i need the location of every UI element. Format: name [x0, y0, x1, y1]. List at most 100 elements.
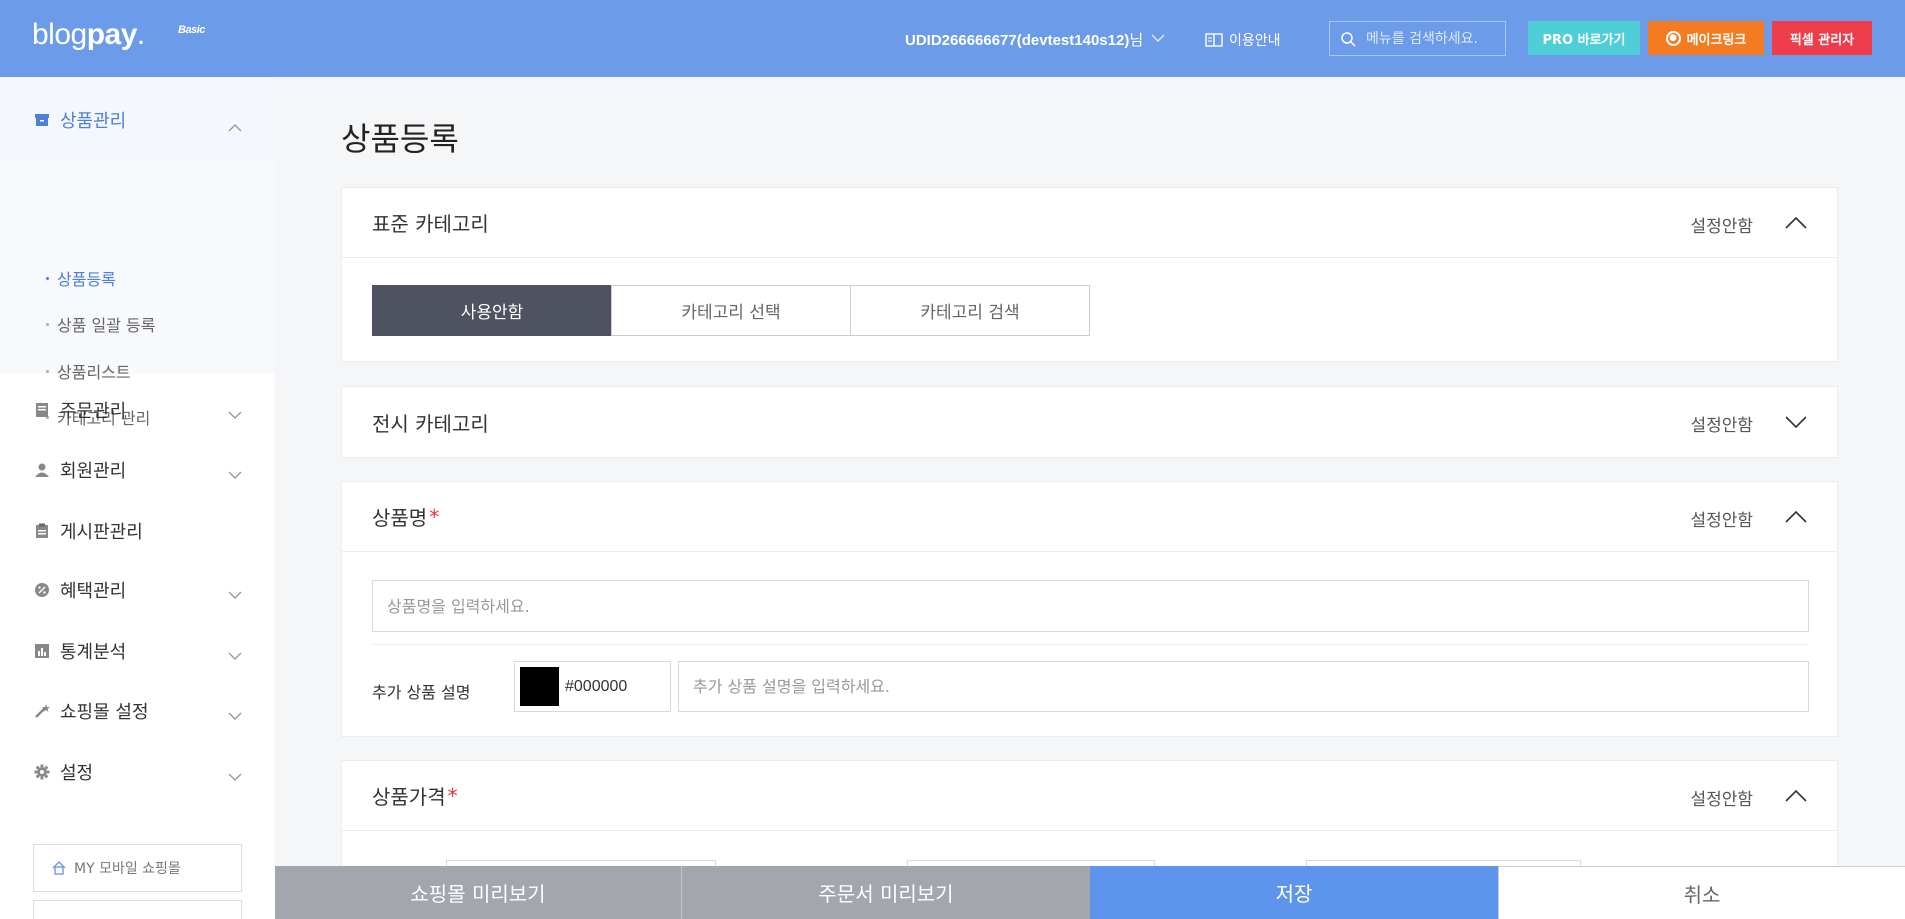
sidebar-item-label: 혜택관리 [60, 581, 127, 602]
sidebar-item-label: 회원관리 [60, 461, 127, 482]
makelink-button[interactable]: ● 메이크링크 [1648, 21, 1764, 55]
menu-search [1329, 21, 1506, 56]
chevron-down-icon[interactable] [228, 470, 242, 480]
sidebar-item-products[interactable]: 상품관리 [34, 107, 126, 133]
user-suffix: 님 [1129, 32, 1144, 49]
sidebar-item-label: 주문관리 [60, 401, 127, 422]
plan-badge: Basic [178, 24, 205, 36]
guide-link[interactable]: 이용안내 [1205, 30, 1281, 50]
shop-preview-button[interactable]: 쇼핑몰 미리보기 [275, 866, 682, 919]
sidebar-extra-box [33, 900, 242, 919]
chevron-up-icon[interactable] [228, 123, 242, 133]
product-name-input[interactable] [372, 580, 1809, 632]
chevron-up-icon[interactable] [1785, 216, 1807, 230]
order-preview-button[interactable]: 주문서 미리보기 [682, 866, 1090, 919]
product-price-header[interactable]: 상품가격 * 설정안함 [342, 761, 1837, 831]
sidebar-item-members[interactable]: 회원관리 [34, 457, 126, 483]
chevron-up-icon[interactable] [1785, 510, 1807, 524]
submenu-label: 상품리스트 [57, 363, 131, 382]
required-mark: * [429, 504, 440, 529]
sidebar-item-boards[interactable]: 게시판관리 [34, 518, 143, 544]
sidebar-item-label: 통계분석 [60, 642, 127, 663]
logo[interactable]: blogpay. Basic [32, 18, 205, 52]
sidebar-item-benefits[interactable]: 혜택관리 [34, 577, 126, 603]
standard-category-header[interactable]: 표준 카테고리 설정안함 [342, 188, 1837, 258]
book-icon [1205, 33, 1223, 47]
card-title: 표준 카테고리 [372, 212, 489, 236]
chevron-down-icon[interactable] [228, 651, 242, 661]
option-category-select[interactable]: 카테고리 선택 [611, 285, 851, 336]
makelink-label: 메이크링크 [1686, 32, 1747, 48]
chevron-down-icon[interactable] [228, 711, 242, 721]
document-icon [36, 403, 48, 417]
option-not-used[interactable]: 사용안함 [372, 285, 612, 336]
my-shop-label: MY 모바일 쇼핑몰 [74, 861, 181, 877]
sidebar-item-orders[interactable]: 주문관리 [34, 397, 126, 423]
option-category-search[interactable]: 카테고리 검색 [850, 285, 1090, 336]
submenu-item-product-list[interactable]: 상품리스트 [46, 359, 131, 383]
chevron-down-icon[interactable] [228, 772, 242, 782]
page-title: 상품등록 [341, 120, 459, 158]
card-title: 전시 카테고리 [372, 411, 489, 436]
submenu-label: 상품 일괄 등록 [57, 316, 156, 335]
cancel-button[interactable]: 취소 [1498, 866, 1905, 919]
logo-text: blog [32, 18, 87, 51]
logo-text-bold: pay [86, 18, 138, 51]
standard-category-card: 표준 카테고리 설정안함 사용안함 카테고리 선택 카테고리 검색 [341, 187, 1838, 362]
chevron-up-icon[interactable] [1785, 789, 1807, 803]
pro-label: PRO 바로가기 [1542, 32, 1626, 48]
pixel-admin-button[interactable]: 픽셀 관리자 [1772, 21, 1872, 55]
pixel-admin-label: 픽셀 관리자 [1789, 32, 1855, 48]
sidebar-item-shop-settings[interactable]: 쇼핑몰 설정 [34, 698, 149, 724]
chevron-down-icon[interactable] [228, 410, 242, 420]
clipboard-icon [36, 523, 48, 538]
bottom-action-bar: 쇼핑몰 미리보기 주문서 미리보기 저장 취소 [275, 866, 1905, 919]
display-category-card: 전시 카테고리 설정안함 [341, 386, 1838, 458]
save-button[interactable]: 저장 [1090, 866, 1498, 919]
category-mode-selector: 사용안함 카테고리 선택 카테고리 검색 [372, 285, 1090, 336]
gear-icon [34, 764, 50, 780]
extra-description-label: 추가 상품 설명 [372, 683, 471, 702]
sidebar-item-label: 쇼핑몰 설정 [60, 702, 149, 723]
card-status: 설정안함 [1690, 790, 1753, 810]
sidebar-item-label: 상품관리 [60, 111, 127, 132]
product-name-header[interactable]: 상품명 * 설정안함 [342, 482, 1837, 552]
sidebar-item-settings[interactable]: 설정 [34, 759, 93, 785]
chevron-down-icon[interactable] [228, 590, 242, 600]
color-hex-value: #000000 [565, 677, 628, 695]
submenu-item-bulk-register[interactable]: 상품 일괄 등록 [46, 312, 156, 336]
submenu-item-product-register[interactable]: 상품등록 [46, 266, 116, 290]
sidebar-item-label: 설정 [60, 763, 94, 784]
text-color-picker[interactable]: #000000 [514, 661, 671, 712]
guide-label: 이용안내 [1229, 33, 1281, 49]
card-title: 상품명 [372, 506, 428, 530]
chevron-down-icon[interactable] [1150, 31, 1166, 45]
extra-description-input[interactable] [678, 661, 1809, 712]
product-name-card: 상품명* 설정안함 추가 상품 설명 #000000 [341, 481, 1838, 737]
card-status: 설정안함 [1690, 416, 1753, 436]
top-header: blogpay. Basic UDID266666677(devtest140s… [0, 0, 1905, 77]
percent-icon [35, 583, 49, 597]
pro-shortcut-button[interactable]: PRO 바로가기 [1528, 21, 1640, 55]
card-status: 설정안함 [1690, 217, 1753, 237]
card-status: 설정안함 [1690, 511, 1753, 531]
chevron-down-icon[interactable] [1785, 415, 1807, 429]
color-swatch[interactable] [520, 667, 559, 706]
wand-icon [35, 704, 50, 718]
sidebar-item-label: 게시판관리 [60, 522, 143, 543]
divider [372, 644, 1809, 645]
display-category-header[interactable]: 전시 카테고리 설정안함 [342, 387, 1837, 457]
sidebar-item-statistics[interactable]: 통계분석 [34, 638, 126, 664]
search-icon [1341, 31, 1356, 47]
search-input[interactable] [1366, 30, 1496, 47]
user-account[interactable]: UDID266666677(devtest140s12)님 [905, 29, 1143, 50]
required-mark: * [447, 783, 458, 808]
home-icon [52, 861, 66, 875]
my-mobile-shop-button[interactable]: MY 모바일 쇼핑몰 [33, 844, 242, 892]
bar-chart-icon [35, 644, 49, 658]
sidebar: 상품관리 상품등록 상품 일괄 등록 상품리스트 카테고리 관리 주문관리 회원… [0, 77, 275, 919]
products-submenu: 상품등록 상품 일괄 등록 상품리스트 카테고리 관리 [0, 159, 275, 428]
box-icon [35, 114, 49, 126]
submenu-label: 상품등록 [57, 270, 116, 289]
card-title: 상품가격 [372, 785, 446, 809]
